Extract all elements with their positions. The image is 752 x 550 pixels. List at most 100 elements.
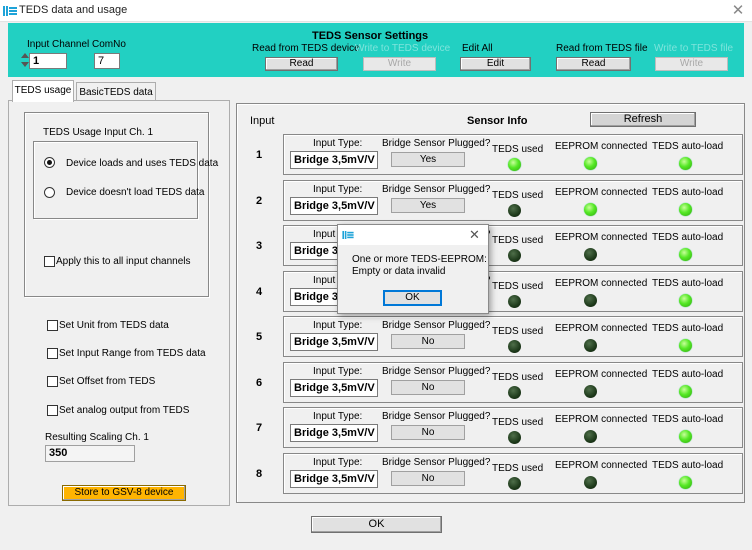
bridge-plugged-value: Yes: [391, 198, 465, 213]
read-teds-file-button[interactable]: Read: [556, 57, 631, 71]
input-number: 6: [255, 377, 263, 389]
dialog-app-logo-icon: [342, 231, 354, 239]
teds-autoload-label: TEDS auto-load: [652, 369, 724, 380]
window-title: TEDS data and usage: [19, 4, 128, 16]
teds-used-led: [508, 295, 521, 308]
bridge-plugged-label: Bridge Sensor Plugged?: [382, 411, 491, 422]
footer-ok-button[interactable]: OK: [311, 516, 442, 533]
teds-used-led: [508, 431, 521, 444]
teds-used-label: TEDS used: [492, 463, 544, 474]
eeprom-connected-led: [584, 339, 597, 352]
set-offset-label: Set Offset from TEDS: [59, 376, 156, 387]
usage-group-title: TEDS Usage Input Ch. 1: [43, 127, 154, 138]
sensor-row: Input Type: Bridge 3,5mV/V Bridge Sensor…: [283, 180, 743, 221]
bridge-plugged-value: No: [391, 334, 465, 349]
bridge-plugged-value: No: [391, 425, 465, 440]
input-type-field[interactable]: Bridge 3,5mV/V: [290, 151, 378, 169]
bridge-plugged-label: Bridge Sensor Plugged?: [382, 138, 491, 149]
input-type-label: Input Type:: [313, 411, 363, 422]
teds-used-led: [508, 477, 521, 490]
write-teds-device-button[interactable]: Write: [363, 57, 436, 71]
dialog-title-bar: ✕: [338, 225, 488, 245]
write-teds-file-label: Write to TEDS file: [654, 43, 734, 54]
set-analog-label: Set analog output from TEDS: [59, 405, 190, 416]
input-number: 7: [255, 422, 263, 434]
tab-basic-teds-data[interactable]: BasicTEDS data: [76, 82, 156, 102]
teds-used-led: [508, 204, 521, 217]
teds-autoload-led: [679, 339, 692, 352]
edit-all-button[interactable]: Edit: [460, 57, 531, 71]
input-type-field[interactable]: Bridge 3,5mV/V: [290, 424, 378, 442]
close-icon[interactable]: ✕: [728, 2, 748, 20]
eeprom-connected-label: EEPROM connected: [555, 414, 648, 425]
teds-autoload-label: TEDS auto-load: [652, 414, 724, 425]
sensor-info-title: Sensor Info: [467, 115, 528, 127]
write-teds-file-button[interactable]: Write: [655, 57, 728, 71]
set-range-checkbox[interactable]: [47, 348, 58, 359]
teds-autoload-led: [679, 248, 692, 261]
dialog-message-line2: Empty or data invalid: [352, 266, 446, 277]
read-teds-file-label: Read from TEDS file: [556, 43, 648, 54]
teds-used-led: [508, 249, 521, 262]
input-type-label: Input Type:: [313, 366, 363, 377]
dialog-ok-button[interactable]: OK: [383, 290, 442, 306]
input-type-field[interactable]: Bridge 3,5mV/V: [290, 379, 378, 397]
input-number: 3: [255, 240, 263, 252]
store-to-device-button[interactable]: Store to GSV-8 device: [62, 485, 186, 501]
teds-autoload-label: TEDS auto-load: [652, 323, 724, 334]
set-analog-checkbox[interactable]: [47, 405, 58, 416]
apply-all-checkbox[interactable]: [44, 256, 55, 267]
eeprom-connected-led: [584, 294, 597, 307]
bridge-plugged-value: No: [391, 380, 465, 395]
title-bar: TEDS data and usage ✕: [0, 0, 752, 22]
teds-autoload-led: [679, 294, 692, 307]
teds-used-led: [508, 158, 521, 171]
input-type-field[interactable]: Bridge 3,5mV/V: [290, 333, 378, 351]
input-number: 2: [255, 195, 263, 207]
radio-loads-teds[interactable]: [44, 157, 55, 168]
sensor-row: Input Type: Bridge 3,5mV/V Bridge Sensor…: [283, 316, 743, 357]
bridge-plugged-value: No: [391, 471, 465, 486]
com-no-label: ComNo: [92, 39, 126, 50]
bridge-plugged-label: Bridge Sensor Plugged?: [382, 457, 491, 468]
sensor-row: Input Type: Bridge 3,5mV/V Bridge Sensor…: [283, 407, 743, 448]
set-range-label: Set Input Range from TEDS data: [59, 348, 206, 359]
teds-used-label: TEDS used: [492, 372, 544, 383]
teds-autoload-led: [679, 203, 692, 216]
teds-autoload-led: [679, 157, 692, 170]
sensor-row: Input Type: Bridge 3,5mV/V Bridge Sensor…: [283, 134, 743, 175]
teds-autoload-label: TEDS auto-load: [652, 141, 724, 152]
set-unit-label: Set Unit from TEDS data: [59, 320, 169, 331]
read-teds-device-label: Read from TEDS device: [252, 43, 360, 54]
tab-teds-usage[interactable]: TEDS usage: [12, 80, 74, 102]
input-column-header: Input: [250, 115, 275, 127]
read-teds-device-button[interactable]: Read: [265, 57, 338, 71]
teds-used-label: TEDS used: [492, 417, 544, 428]
eeprom-connected-label: EEPROM connected: [555, 187, 648, 198]
teds-used-label: TEDS used: [492, 190, 544, 201]
bridge-plugged-label: Bridge Sensor Plugged?: [382, 184, 491, 195]
dialog-close-icon[interactable]: ✕: [469, 227, 480, 243]
dialog-message-line1: One or more TEDS-EEPROM:: [352, 254, 487, 265]
sensor-row: Input Type: Bridge 3,5mV/V Bridge Sensor…: [283, 362, 743, 403]
set-unit-checkbox[interactable]: [47, 320, 58, 331]
usage-radio-group: [33, 141, 198, 219]
teds-used-label: TEDS used: [492, 281, 544, 292]
eeprom-connected-label: EEPROM connected: [555, 232, 648, 243]
write-teds-device-label: Write to TEDS device: [355, 43, 451, 54]
eeprom-connected-label: EEPROM connected: [555, 369, 648, 380]
eeprom-connected-led: [584, 385, 597, 398]
app-logo-icon: [3, 6, 17, 16]
edit-all-label: Edit All: [462, 43, 493, 54]
eeprom-connected-led: [584, 203, 597, 216]
eeprom-connected-led: [584, 248, 597, 261]
input-type-field[interactable]: Bridge 3,5mV/V: [290, 197, 378, 215]
bridge-plugged-value: Yes: [391, 152, 465, 167]
refresh-button[interactable]: Refresh: [590, 112, 696, 127]
set-offset-checkbox[interactable]: [47, 376, 58, 387]
radio-no-load-teds[interactable]: [44, 187, 55, 198]
com-no-field[interactable]: 7: [94, 53, 120, 69]
input-type-field[interactable]: Bridge 3,5mV/V: [290, 470, 378, 488]
input-channel-field[interactable]: 1: [29, 53, 67, 69]
input-type-label: Input Type:: [313, 138, 363, 149]
